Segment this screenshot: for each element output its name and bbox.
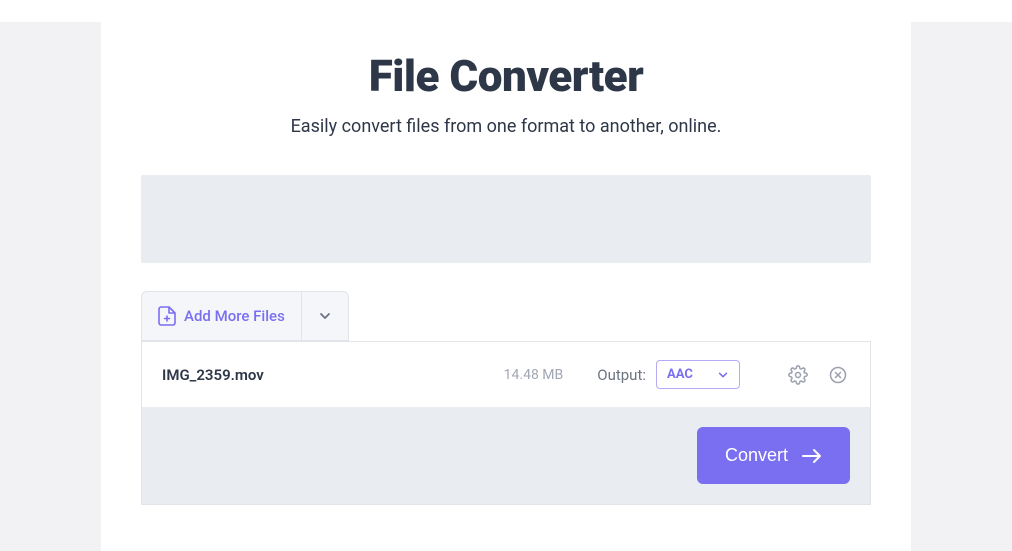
gear-icon	[788, 365, 808, 385]
add-more-files-button[interactable]: Add More Files	[141, 291, 301, 341]
file-list: IMG_2359.mov 14.48 MB Output: AAC	[141, 341, 871, 505]
convert-button-label: Convert	[725, 445, 788, 466]
chevron-down-icon	[318, 309, 332, 323]
remove-file-button[interactable]	[826, 363, 850, 387]
file-row: IMG_2359.mov 14.48 MB Output: AAC	[142, 342, 870, 407]
ad-placeholder	[141, 175, 871, 263]
close-circle-icon	[828, 365, 848, 385]
convert-button[interactable]: Convert	[697, 427, 850, 484]
file-add-icon	[158, 306, 176, 326]
top-strip	[0, 0, 1012, 22]
settings-button[interactable]	[786, 363, 810, 387]
page-subtitle: Easily convert files from one format to …	[101, 116, 911, 137]
action-footer: Convert	[142, 407, 870, 504]
chevron-down-icon	[717, 369, 729, 381]
add-more-files-label: Add More Files	[184, 307, 285, 325]
arrow-right-icon	[802, 448, 822, 464]
output-label: Output:	[597, 366, 646, 384]
file-size: 14.48 MB	[504, 367, 564, 383]
file-name: IMG_2359.mov	[162, 366, 504, 384]
add-more-files-dropdown[interactable]	[301, 291, 349, 341]
output-format-select[interactable]: AAC	[656, 360, 740, 389]
page-title: File Converter	[101, 50, 911, 102]
output-format-value: AAC	[667, 367, 693, 382]
